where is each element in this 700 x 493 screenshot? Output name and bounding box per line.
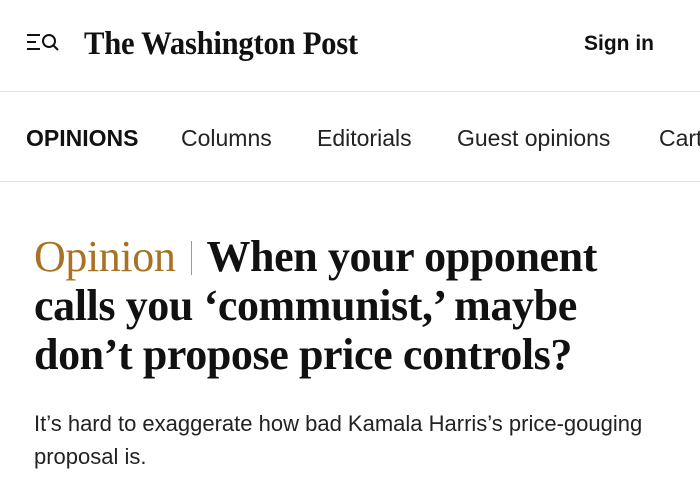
site-logo[interactable]: The Washington Post <box>84 22 358 66</box>
opinion-kicker[interactable]: Opinion <box>34 232 176 281</box>
nav-item-columns[interactable]: Columns <box>181 123 272 153</box>
nav-item-cartoons[interactable]: Cart <box>659 123 700 153</box>
nav-item-guest-opinions[interactable]: Guest opinions <box>457 123 610 153</box>
article-headline: Opinion When your opponent calls you ‘com… <box>34 232 674 379</box>
top-header: The Washington Post Sign in <box>0 0 700 92</box>
menu-search-icon[interactable] <box>26 32 60 58</box>
kicker-divider <box>191 241 193 275</box>
nav-section-opinions[interactable]: OPINIONS <box>26 123 138 153</box>
article-dek: It’s hard to exaggerate how bad Kamala H… <box>34 411 643 469</box>
section-nav: OPINIONS Columns Editorials Guest opinio… <box>0 92 700 182</box>
nav-item-editorials[interactable]: Editorials <box>317 123 412 153</box>
sign-in-button[interactable]: Sign in <box>584 29 654 59</box>
